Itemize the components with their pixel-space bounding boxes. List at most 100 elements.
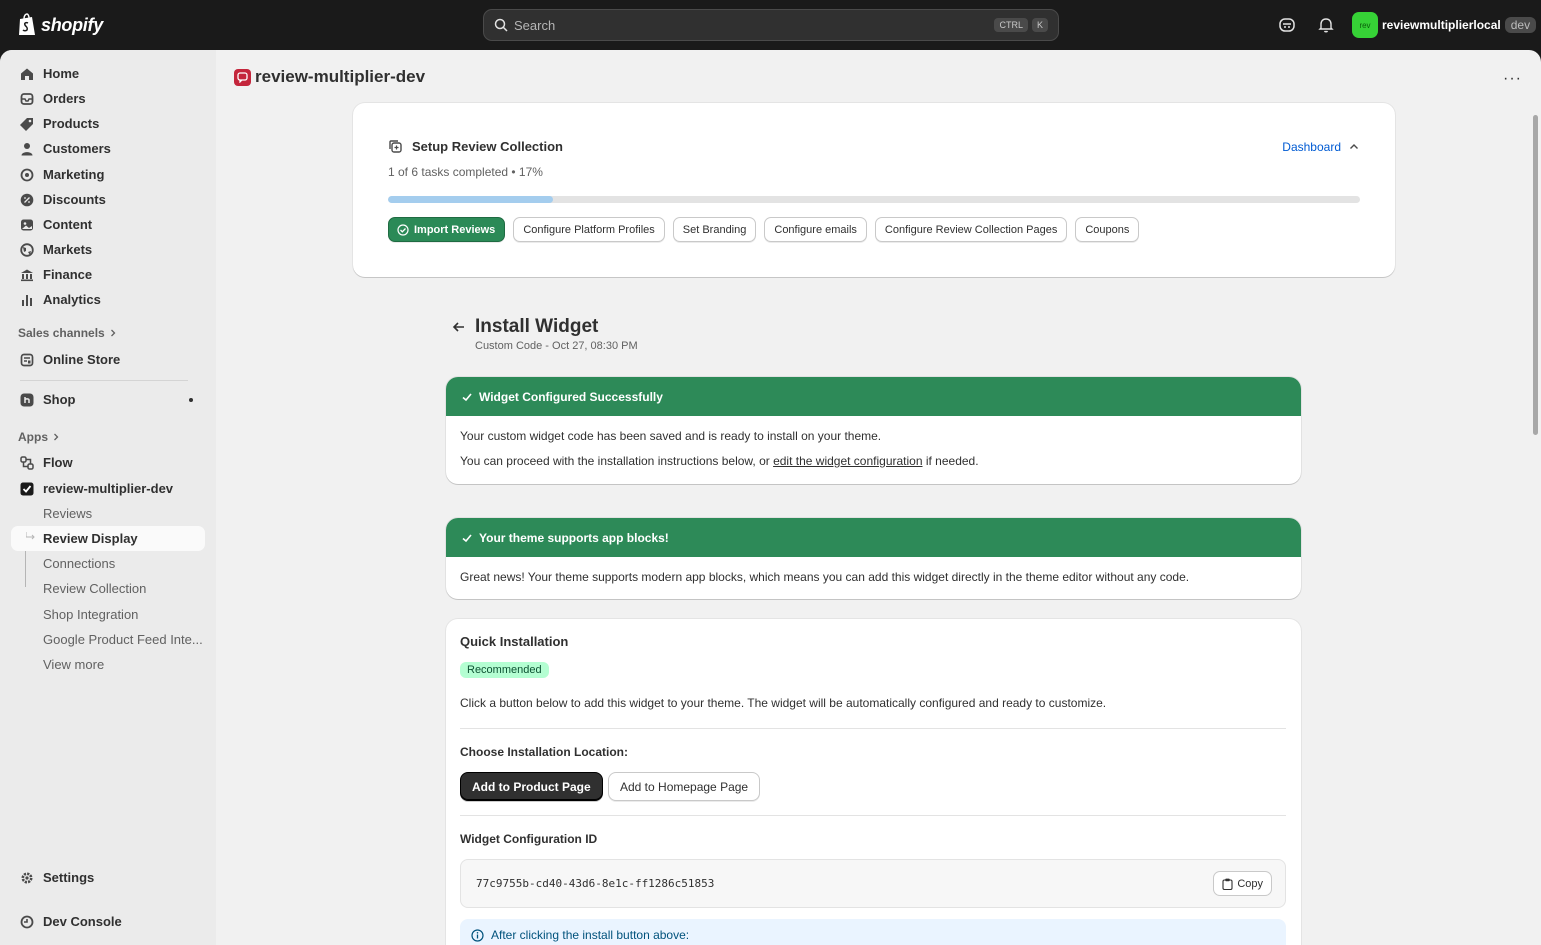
sales-channels-heading[interactable]: Sales channels (18, 326, 117, 340)
scrollbar-thumb[interactable] (1533, 115, 1538, 435)
discount-icon (20, 193, 34, 206)
banner-title: Widget Configured Successfully (479, 389, 663, 404)
sidebar-item-discounts[interactable]: Discounts (11, 187, 205, 212)
sidebar-item-review-multiplier[interactable]: review-multiplier-dev (11, 476, 205, 501)
sales-channels-label: Sales channels (18, 326, 105, 340)
page-subtitle: Custom Code - Oct 27, 08:30 PM (475, 340, 638, 352)
sidebar-subitem-label: Shop Integration (43, 607, 139, 622)
sidebar-item-label: Customers (43, 141, 111, 156)
back-arrow-icon[interactable] (452, 320, 466, 334)
sidebar-item-customers[interactable]: Customers (11, 136, 205, 161)
task-coupons-button[interactable]: Coupons (1075, 217, 1140, 242)
store-icon (20, 353, 34, 366)
bell-icon[interactable] (1317, 16, 1335, 34)
store-menu-button[interactable]: rev reviewmultiplierlocal dev (1352, 12, 1537, 38)
sidebar-item-analytics[interactable]: Analytics (11, 287, 205, 312)
dashboard-link[interactable]: Dashboard (1282, 140, 1359, 154)
setup-progress-fill (388, 196, 554, 203)
sidebar-item-label: Shop (43, 392, 76, 407)
sidebar-subitem-reviews[interactable]: Reviews (11, 501, 205, 526)
task-label: Configure emails (774, 223, 857, 236)
setup-review-collection-card: Setup Review Collection 1 of 6 tasks com… (353, 103, 1395, 277)
scrollbar[interactable] (1533, 106, 1539, 936)
sidebar-subitem-review-collection[interactable]: Review Collection (11, 576, 205, 601)
edit-configuration-link[interactable]: edit the widget configuration (773, 454, 922, 468)
setup-task-list: Import Reviews Configure Platform Profil… (388, 217, 1140, 242)
tree-arrow-icon (26, 532, 35, 540)
chevron-right-icon (54, 433, 59, 441)
bar-chart-icon (22, 294, 32, 306)
main-content: review-multiplier-dev ··· Setup Review C… (216, 50, 1541, 945)
person-icon (21, 142, 33, 155)
sidebar-item-label: Analytics (43, 292, 101, 307)
sidebar-item-orders[interactable]: Orders (11, 86, 205, 111)
task-configure-platform-profiles-button[interactable]: Configure Platform Profiles (513, 217, 665, 242)
shopify-logo[interactable]: shopify (17, 13, 103, 37)
shop-app-icon (20, 393, 34, 406)
info-icon (471, 929, 484, 942)
copy-stack-icon (389, 140, 402, 153)
sidebar-subitem-review-display[interactable]: Review Display (11, 526, 205, 551)
sidebar-view-more[interactable]: View more (11, 652, 205, 677)
sidebar-subitem-shop-integration[interactable]: Shop Integration (11, 602, 205, 627)
banner-header: Your theme supports app blocks! (446, 518, 1301, 557)
widget-config-id-label: Widget Configuration ID (460, 832, 598, 846)
sidebar-item-markets[interactable]: Markets (11, 237, 205, 262)
sidebar-item-home[interactable]: Home (11, 61, 205, 86)
sidebar-item-content[interactable]: Content (11, 212, 205, 237)
banner-text-suffix: if needed. (922, 454, 979, 468)
sidebar-item-products[interactable]: Products (11, 111, 205, 136)
chevron-up-icon[interactable] (1349, 142, 1359, 152)
sidebar-item-label: Marketing (43, 167, 105, 182)
task-label: Configure Platform Profiles (523, 223, 655, 236)
sidebar-item-dev-console[interactable]: Dev Console (11, 909, 205, 934)
task-import-reviews-button[interactable]: Import Reviews (388, 217, 506, 242)
search-placeholder: Search (514, 17, 556, 33)
add-to-homepage-button[interactable]: Add to Homepage Page (608, 772, 761, 801)
sidebar-item-label: Content (43, 217, 93, 232)
config-id-value[interactable]: 77c9755b-cd40-43d6-8e1c-ff1286c51853 (476, 877, 714, 890)
sidebar-item-label: Orders (43, 91, 86, 106)
sidebar-item-shop[interactable]: Shop (11, 387, 205, 412)
sidebar-subitem-label: Review Display (43, 531, 138, 546)
sidebar-subitem-connections[interactable]: Connections (11, 551, 205, 576)
task-label: Import Reviews (414, 223, 496, 236)
check-circle-icon (397, 223, 409, 236)
shopify-bag-icon (19, 13, 35, 35)
chevron-right-icon (110, 329, 116, 337)
sidebar-item-online-store[interactable]: Online Store (11, 347, 205, 372)
sidebar-subitem-label: Review Collection (43, 581, 147, 596)
sidebar-item-label: Finance (43, 267, 93, 282)
sidebar-item-marketing[interactable]: Marketing (11, 162, 205, 187)
banner-text: Great news! Your theme supports modern a… (460, 570, 1190, 584)
task-set-branding-button[interactable]: Set Branding (672, 217, 757, 242)
target-icon (20, 168, 34, 181)
sidebar-item-flow[interactable]: Flow (11, 450, 205, 475)
apps-label: Apps (18, 430, 48, 444)
checkmark-icon (462, 533, 472, 542)
copy-button[interactable]: Copy (1213, 871, 1272, 896)
home-icon (21, 68, 33, 80)
quick-installation-description: Click a button below to add this widget … (460, 696, 1107, 710)
more-actions-button[interactable]: ··· (1503, 70, 1522, 88)
sidebar-subitem-google-feed[interactable]: Google Product Feed Inte... (11, 627, 205, 652)
banner-header: Widget Configured Successfully (446, 377, 1301, 416)
sidebar-item-settings[interactable]: Settings (11, 865, 205, 890)
dashboard-link-label: Dashboard (1282, 140, 1341, 154)
sidebar-item-finance[interactable]: Finance (11, 262, 205, 287)
apps-heading[interactable]: Apps (18, 430, 60, 444)
orders-icon (20, 92, 34, 105)
sidebar-item-label: Flow (43, 455, 73, 470)
install-info-text: After clicking the install button above: (491, 928, 690, 942)
task-configure-review-collection-pages-button[interactable]: Configure Review Collection Pages (874, 217, 1068, 242)
sidebar-item-label: Products (43, 116, 100, 131)
app-title-text: review-multiplier-dev (255, 67, 426, 86)
task-configure-emails-button[interactable]: Configure emails (764, 217, 867, 242)
sidekick-icon[interactable] (1278, 16, 1296, 34)
quick-installation-title: Quick Installation (460, 634, 569, 649)
search-bar[interactable]: Search CTRL K (483, 9, 1059, 41)
installation-location-label: Choose Installation Location: (460, 745, 629, 759)
add-to-product-page-button[interactable]: Add to Product Page (460, 772, 603, 801)
sidebar-item-label: review-multiplier-dev (43, 481, 174, 496)
setup-progress-text: 1 of 6 tasks completed • 17% (388, 165, 543, 179)
